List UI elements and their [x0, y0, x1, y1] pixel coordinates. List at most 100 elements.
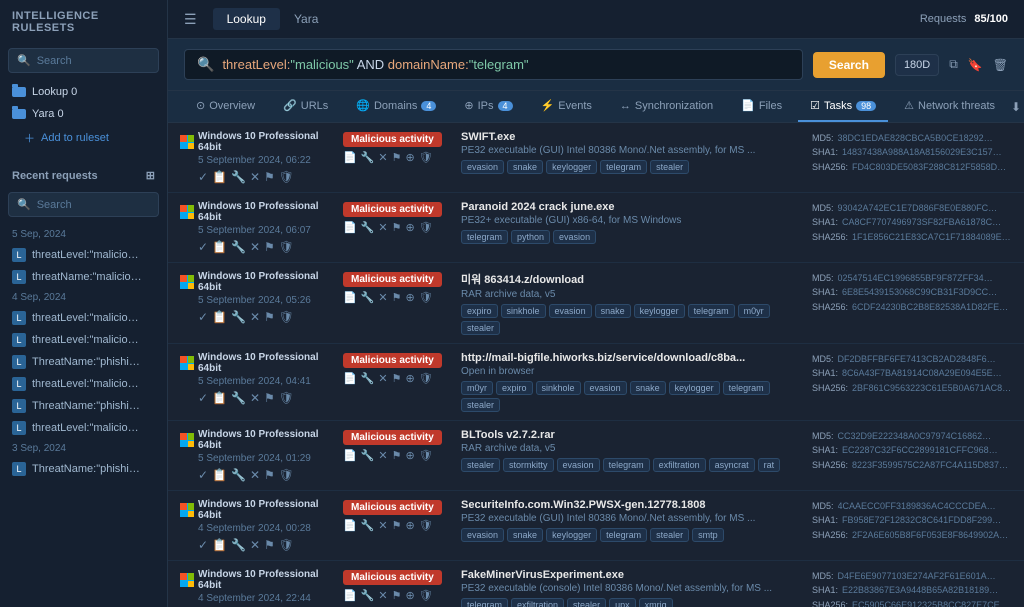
task-tag[interactable]: sinkhole — [501, 304, 546, 318]
task-tag[interactable]: stormkitty — [503, 458, 554, 472]
recent-item-1-1[interactable]: L threatLevel:"malicious" ... — [0, 329, 167, 351]
recent-item-1-3[interactable]: L threatLevel:"malicious" ... — [0, 373, 167, 395]
task-tag[interactable]: stealer — [461, 398, 500, 412]
verdict-icon[interactable]: 📄 — [343, 291, 357, 304]
verdict-icon[interactable]: ⚑ — [392, 449, 402, 462]
action-check-icon[interactable]: ✓ — [198, 468, 208, 482]
verdict-icon[interactable]: 📄 — [343, 589, 357, 602]
action-file-icon[interactable]: 📋 — [212, 538, 227, 552]
verdict-icon[interactable]: ⊕ — [406, 221, 415, 234]
nav-tab-network-threats[interactable]: ⚠ Network threats — [892, 91, 1007, 122]
action-x-icon[interactable]: ✕ — [250, 468, 260, 482]
verdict-icon[interactable]: 🛡 — [419, 449, 433, 462]
verdict-icon[interactable]: ⊕ — [406, 291, 415, 304]
action-shield-icon[interactable]: 🛡 — [279, 391, 294, 405]
verdict-icon[interactable]: ⊕ — [406, 372, 415, 385]
verdict-icon[interactable]: ⚑ — [392, 589, 402, 602]
verdict-icon[interactable]: 📄 — [343, 372, 357, 385]
sidebar-item-yara[interactable]: Yara 0 — [0, 103, 167, 125]
verdict-icon[interactable]: ⚑ — [392, 519, 402, 532]
nav-tabs-download[interactable]: ⬇ — [1011, 100, 1021, 114]
task-tag[interactable]: xmrig — [639, 598, 673, 607]
verdict-icon[interactable]: ✕ — [378, 291, 387, 304]
verdict-icon[interactable]: ✕ — [378, 221, 387, 234]
search-button[interactable]: Search — [813, 52, 885, 78]
nav-tab-domains[interactable]: 🌐 Domains 4 — [344, 91, 448, 122]
action-alert-icon[interactable]: ⚑ — [264, 170, 275, 184]
task-tag[interactable]: expiro — [461, 304, 498, 318]
task-name[interactable]: FakeMinerVirusExperiment.exe — [461, 569, 804, 581]
verdict-icon[interactable]: ✕ — [378, 372, 387, 385]
task-tag[interactable]: snake — [507, 160, 543, 174]
action-wrench-icon[interactable]: 🔧 — [231, 240, 246, 254]
verdict-icon[interactable]: ⊕ — [406, 519, 415, 532]
day-badge[interactable]: 180D — [895, 54, 939, 76]
verdict-icon[interactable]: ⚑ — [392, 372, 402, 385]
verdict-icon[interactable]: 🔧 — [361, 221, 375, 234]
task-tag[interactable]: snake — [507, 528, 543, 542]
verdict-icon[interactable]: ⚑ — [392, 221, 402, 234]
verdict-icon[interactable]: 🔧 — [361, 372, 375, 385]
task-tag[interactable]: python — [511, 230, 550, 244]
recent-item-1-5[interactable]: L threatLevel:"malicious" ... — [0, 417, 167, 439]
verdict-icon[interactable]: 📄 — [343, 449, 357, 462]
action-file-icon[interactable]: 📋 — [212, 391, 227, 405]
verdict-icon[interactable]: 🔧 — [361, 519, 375, 532]
task-tag[interactable]: expiro — [496, 381, 533, 395]
verdict-icon[interactable]: ✕ — [378, 449, 387, 462]
action-check-icon[interactable]: ✓ — [198, 170, 208, 184]
action-alert-icon[interactable]: ⚑ — [264, 310, 275, 324]
task-tag[interactable]: smtp — [692, 528, 724, 542]
verdict-icon[interactable]: 📄 — [343, 221, 357, 234]
verdict-icon[interactable]: 🔧 — [361, 449, 375, 462]
task-tag[interactable]: evasion — [553, 230, 596, 244]
action-alert-icon[interactable]: ⚑ — [264, 391, 275, 405]
task-tag[interactable]: telegram — [461, 598, 508, 607]
nav-tab-urls[interactable]: 🔗 URLs — [271, 91, 340, 122]
verdict-icon[interactable]: ⚑ — [392, 151, 402, 164]
recent-search-input[interactable] — [37, 199, 150, 211]
action-x-icon[interactable]: ✕ — [250, 538, 260, 552]
action-wrench-icon[interactable]: 🔧 — [231, 538, 246, 552]
action-x-icon[interactable]: ✕ — [250, 170, 260, 184]
verdict-icon[interactable]: 📄 — [343, 519, 357, 532]
action-wrench-icon[interactable]: 🔧 — [231, 310, 246, 324]
sidebar-add-ruleset[interactable]: ＋ Add to ruleset — [0, 125, 167, 151]
recent-item-1-4[interactable]: L ThreatName:"phishing" ... — [0, 395, 167, 417]
nav-tab-events[interactable]: ⚡ Events — [529, 91, 604, 122]
verdict-icon[interactable]: 🔧 — [361, 589, 375, 602]
task-tag[interactable]: exfiltration — [511, 598, 564, 607]
search-input-wrap[interactable]: 🔍 threatLevel:"malicious" AND domainName… — [184, 49, 803, 80]
recent-item-0-1[interactable]: L threatName:"malicious" ... — [0, 266, 167, 288]
task-tag[interactable]: keylogger — [546, 160, 597, 174]
verdict-icon[interactable]: ✕ — [378, 589, 387, 602]
action-file-icon[interactable]: 📋 — [212, 310, 227, 324]
verdict-icon[interactable]: ✕ — [378, 151, 387, 164]
task-tag[interactable]: sinkhole — [536, 381, 581, 395]
tab-yara[interactable]: Yara — [280, 8, 332, 30]
task-tag[interactable]: telegram — [461, 230, 508, 244]
task-tag[interactable]: evasion — [549, 304, 592, 318]
task-tag[interactable]: keylogger — [669, 381, 720, 395]
task-tag[interactable]: telegram — [600, 160, 647, 174]
verdict-icon[interactable]: 🔧 — [361, 151, 375, 164]
task-tag[interactable]: telegram — [723, 381, 770, 395]
verdict-icon[interactable]: 🔧 — [361, 291, 375, 304]
verdict-icon[interactable]: ✕ — [378, 519, 387, 532]
action-x-icon[interactable]: ✕ — [250, 310, 260, 324]
task-tag[interactable]: stealer — [567, 598, 606, 607]
task-tag[interactable]: exfiltration — [653, 458, 706, 472]
task-tag[interactable]: telegram — [600, 528, 647, 542]
task-tag[interactable]: m0yr — [461, 381, 493, 395]
task-tag[interactable]: stealer — [461, 321, 500, 335]
task-name[interactable]: SWIFT.exe — [461, 131, 804, 143]
task-tag[interactable]: stealer — [650, 160, 689, 174]
recent-item-1-0[interactable]: L threatLevel:"malicious" ... — [0, 307, 167, 329]
verdict-icon[interactable]: 🛡 — [419, 291, 433, 304]
nav-tab-tasks[interactable]: ☑ Tasks 98 — [798, 91, 888, 122]
verdict-icon[interactable]: 🛡 — [419, 221, 433, 234]
task-tag[interactable]: upx — [609, 598, 636, 607]
task-tag[interactable]: evasion — [461, 528, 504, 542]
recent-item-2-0[interactable]: L ThreatName:"phishing" ... — [0, 458, 167, 480]
task-name[interactable]: SecuriteInfo.com.Win32.PWSX-gen.12778.18… — [461, 499, 804, 511]
